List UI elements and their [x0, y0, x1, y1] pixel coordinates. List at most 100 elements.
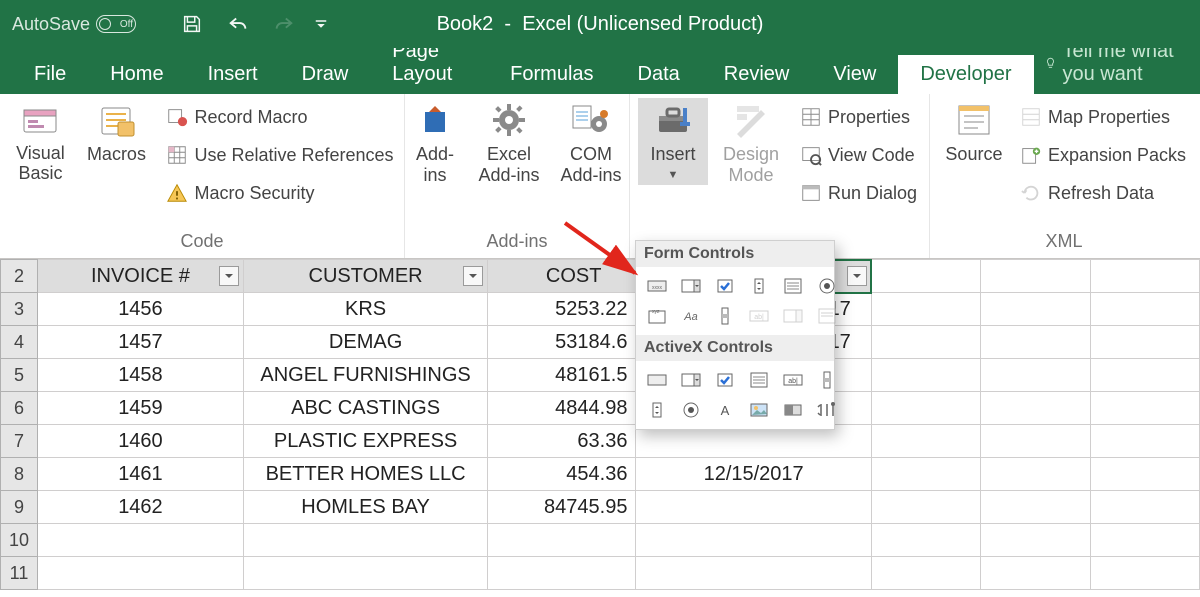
- row-header[interactable]: 9: [1, 491, 38, 524]
- cell[interactable]: [981, 359, 1090, 392]
- cell[interactable]: [871, 359, 980, 392]
- spreadsheet[interactable]: 2 INVOICE # CUSTOMER COST ID 3 1456 KRS …: [0, 259, 1200, 590]
- cell[interactable]: [1090, 326, 1199, 359]
- excel-addins-button[interactable]: Excel Add-ins: [471, 98, 547, 186]
- cell[interactable]: HOMLES BAY: [243, 491, 487, 524]
- form-scrollbar-icon[interactable]: [710, 303, 740, 329]
- table-row[interactable]: 7 1460 PLASTIC EXPRESS 63.36: [1, 425, 1200, 458]
- record-macro-button[interactable]: Record Macro: [162, 98, 397, 136]
- col-header-cost[interactable]: COST: [488, 260, 636, 293]
- ax-image-icon[interactable]: [744, 397, 774, 423]
- cell[interactable]: [1090, 524, 1199, 557]
- cell[interactable]: [488, 557, 636, 590]
- cell[interactable]: [871, 392, 980, 425]
- cell[interactable]: [871, 293, 980, 326]
- row-header[interactable]: 5: [1, 359, 38, 392]
- cell[interactable]: [38, 557, 244, 590]
- cell[interactable]: [488, 524, 636, 557]
- table-row[interactable]: 11: [1, 557, 1200, 590]
- cell[interactable]: [1090, 359, 1199, 392]
- row-header[interactable]: 11: [1, 557, 38, 590]
- form-groupbox-icon[interactable]: xyz: [642, 303, 672, 329]
- cell[interactable]: [981, 392, 1090, 425]
- row-header[interactable]: 6: [1, 392, 38, 425]
- cell[interactable]: BETTER HOMES LLC: [243, 458, 487, 491]
- cell[interactable]: [1090, 392, 1199, 425]
- cell[interactable]: ANGEL FURNISHINGS: [243, 359, 487, 392]
- view-code-button[interactable]: View Code: [796, 136, 921, 174]
- map-properties-button[interactable]: Map Properties: [1016, 98, 1190, 136]
- cell[interactable]: [1090, 260, 1199, 293]
- cell[interactable]: 84745.95: [488, 491, 636, 524]
- cell[interactable]: [981, 293, 1090, 326]
- form-label-icon[interactable]: Aa: [676, 303, 706, 329]
- cell[interactable]: [1090, 557, 1199, 590]
- cell[interactable]: [1090, 491, 1199, 524]
- tab-formulas[interactable]: Formulas: [488, 55, 615, 94]
- cell[interactable]: 1458: [38, 359, 244, 392]
- cell[interactable]: [243, 557, 487, 590]
- ax-listbox-icon[interactable]: [744, 367, 774, 393]
- data-table[interactable]: 2 INVOICE # CUSTOMER COST ID 3 1456 KRS …: [0, 259, 1200, 590]
- com-addins-button[interactable]: COM Add-ins: [553, 98, 629, 186]
- source-button[interactable]: Source: [938, 98, 1010, 165]
- table-row[interactable]: 8 1461 BETTER HOMES LLC 454.36 12/15/201…: [1, 458, 1200, 491]
- cell[interactable]: ABC CASTINGS: [243, 392, 487, 425]
- cell[interactable]: [871, 260, 980, 293]
- cell[interactable]: [243, 524, 487, 557]
- cell[interactable]: 1462: [38, 491, 244, 524]
- form-combo-icon[interactable]: [676, 273, 706, 299]
- form-listbox-icon[interactable]: [778, 273, 808, 299]
- cell[interactable]: KRS: [243, 293, 487, 326]
- autosave-toggle[interactable]: AutoSave Off: [12, 14, 136, 35]
- filter-button[interactable]: [463, 266, 483, 286]
- row-header[interactable]: 7: [1, 425, 38, 458]
- cell[interactable]: 1461: [38, 458, 244, 491]
- table-row[interactable]: 9 1462 HOMLES BAY 84745.95: [1, 491, 1200, 524]
- form-checkbox-icon[interactable]: [710, 273, 740, 299]
- ax-scrollbar-icon[interactable]: [812, 367, 842, 393]
- cell[interactable]: [636, 491, 871, 524]
- cell[interactable]: 63.36: [488, 425, 636, 458]
- cell[interactable]: [1090, 458, 1199, 491]
- tab-review[interactable]: Review: [702, 55, 812, 94]
- cell[interactable]: [38, 524, 244, 557]
- cell[interactable]: [871, 458, 980, 491]
- add-ins-button[interactable]: Add- ins: [405, 98, 465, 186]
- cell[interactable]: [1090, 293, 1199, 326]
- cell[interactable]: [981, 524, 1090, 557]
- ax-toggle-icon[interactable]: [778, 397, 808, 423]
- tab-file[interactable]: File: [12, 55, 88, 94]
- save-button[interactable]: [174, 6, 210, 42]
- expansion-packs-button[interactable]: Expansion Packs: [1016, 136, 1190, 174]
- table-row[interactable]: 4 1457 DEMAG 53184.6 17: [1, 326, 1200, 359]
- table-row[interactable]: 5 1458 ANGEL FURNISHINGS 48161.5: [1, 359, 1200, 392]
- cell[interactable]: 5253.22: [488, 293, 636, 326]
- ax-button-icon[interactable]: [642, 367, 672, 393]
- macros-button[interactable]: Macros: [80, 98, 152, 165]
- ax-more-icon[interactable]: [812, 397, 842, 423]
- undo-button[interactable]: [220, 6, 256, 42]
- col-header-customer[interactable]: CUSTOMER: [243, 260, 487, 293]
- macro-security-button[interactable]: Macro Security: [162, 174, 397, 212]
- cell[interactable]: 12/15/2017: [636, 458, 871, 491]
- cell[interactable]: 454.36: [488, 458, 636, 491]
- table-row[interactable]: 6 1459 ABC CASTINGS 4844.98 12/1/2017: [1, 392, 1200, 425]
- cell[interactable]: [981, 326, 1090, 359]
- form-button-icon[interactable]: xxxx: [642, 273, 672, 299]
- cell[interactable]: [871, 524, 980, 557]
- row-header[interactable]: 3: [1, 293, 38, 326]
- ax-label-icon[interactable]: A: [710, 397, 740, 423]
- design-mode-button[interactable]: Design Mode: [714, 98, 788, 186]
- form-spin-icon[interactable]: [744, 273, 774, 299]
- cell[interactable]: 1456: [38, 293, 244, 326]
- filter-button[interactable]: [219, 266, 239, 286]
- row-header[interactable]: 8: [1, 458, 38, 491]
- filter-button[interactable]: [847, 266, 867, 286]
- visual-basic-button[interactable]: Visual Basic: [6, 98, 74, 184]
- redo-button[interactable]: [266, 6, 302, 42]
- ax-spin-icon[interactable]: [642, 397, 672, 423]
- ax-checkbox-icon[interactable]: [710, 367, 740, 393]
- cell[interactable]: [636, 524, 871, 557]
- run-dialog-button[interactable]: Run Dialog: [796, 174, 921, 212]
